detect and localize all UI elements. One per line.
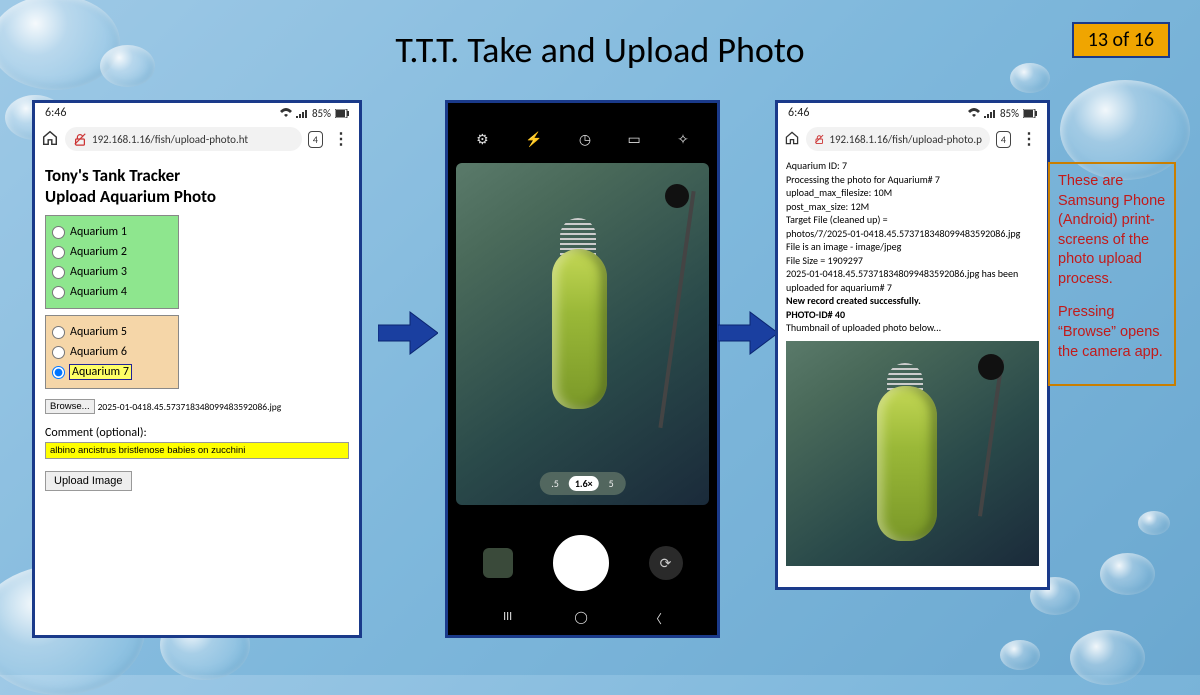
switch-camera-icon[interactable]: ⟳ [649,546,683,580]
photo-subject-hose [979,359,1005,516]
camera-settings-icon[interactable]: ⚙ [476,131,489,148]
camera-top-controls: ⚙ ⚡ ◷ ▭ ✧ [448,123,717,156]
wifi-icon [968,108,980,118]
browser-address-bar: 192.168.1.16/fish/upload-photo.ht 4 ⋮ [35,123,359,155]
comment-label: Comment (optional): [45,426,349,440]
result-line: photos/7/2025-01-0418.45.573718348099483… [786,227,1039,241]
status-time: 6:46 [788,106,809,120]
nav-home-icon[interactable]: ◯ [574,610,587,627]
status-right: 85% [280,107,349,120]
camera-timer-icon[interactable]: ◷ [579,131,591,148]
page-heading-2: Upload Aquarium Photo [45,186,349,207]
decor-bubble [1138,511,1170,535]
aquarium-radio[interactable]: Aquarium 2 [52,242,172,262]
aquarium-radio[interactable]: Aquarium 4 [52,282,172,302]
result-line: upload_max_filesize: 10M [786,186,1039,200]
result-line: post_max_size: 12M [786,200,1039,214]
signal-icon [984,108,996,118]
status-right: 85% [968,107,1037,120]
zoom-option[interactable]: .5 [551,477,559,490]
aquarium-radio[interactable]: Aquarium 5 [52,322,172,342]
phone-screenshot-upload-form: 6:46 85% 192.168.1.16/fish/upload-photo.… [32,100,362,638]
phone-screenshot-camera: ⚙ ⚡ ◷ ▭ ✧ .5 1.6× 5 ⟳ III ◯ 〈 [445,100,720,638]
url-text: 192.168.1.16/fish/upload-photo.p [829,133,982,146]
result-line: Processing the photo for Aquarium# 7 [786,173,1039,187]
nav-recents-icon[interactable]: III [503,610,512,627]
note-paragraph: These are Samsung Phone (Android) print-… [1058,172,1166,289]
flow-arrow-icon [718,310,778,356]
browser-address-bar: 192.168.1.16/fish/upload-photo.p 4 ⋮ [778,123,1047,155]
comment-input[interactable] [45,442,349,459]
tab-count[interactable]: 4 [308,131,323,148]
url-field[interactable]: 192.168.1.16/fish/upload-photo.ht [65,127,302,151]
page-number-badge: 13 of 16 [1072,22,1170,58]
status-time: 6:46 [45,106,66,120]
note-paragraph: Pressing “Browse” opens the camera app. [1058,303,1166,362]
photo-subject-zucchini [552,249,607,409]
battery-percent: 85% [312,107,331,120]
home-icon[interactable] [784,130,800,149]
gallery-thumbnail[interactable] [483,548,513,578]
shutter-button[interactable] [553,535,609,591]
result-success: New record created successfully. [786,294,1039,308]
result-line: Aquarium ID: 7 [786,159,1039,173]
wifi-icon [280,108,292,118]
flow-arrow-icon [378,310,438,356]
slide-title: T.T.T. Take and Upload Photo [0,28,1200,72]
status-bar: 6:46 85% [35,103,359,123]
insecure-lock-icon [814,132,824,146]
zoom-selector[interactable]: .5 1.6× 5 [539,472,625,495]
decor-bubble [1070,630,1145,685]
zoom-option[interactable]: 5 [609,477,614,490]
camera-shutter-row: ⟳ [448,535,717,591]
more-menu-icon[interactable]: ⋮ [329,129,353,149]
zoom-current[interactable]: 1.6× [569,476,599,491]
result-line: File is an image - image/jpeg [786,240,1039,254]
photo-subject-zucchini [877,386,937,541]
camera-flash-icon[interactable]: ⚡ [525,131,542,148]
aquarium-radio[interactable]: Aquarium 1 [52,222,172,242]
aquarium-group-green: Aquarium 1 Aquarium 2 Aquarium 3 Aquariu… [45,215,179,309]
url-text: 192.168.1.16/fish/upload-photo.ht [92,133,248,146]
result-photo-id: PHOTO-ID# 40 [786,308,1039,322]
home-icon[interactable] [41,129,59,150]
camera-ratio-icon[interactable]: ▭ [627,131,640,148]
camera-viewfinder[interactable]: .5 1.6× 5 [456,163,709,505]
url-field[interactable]: 192.168.1.16/fish/upload-photo.p [806,127,990,151]
battery-icon [1023,109,1037,118]
result-line: File Size = 1909297 [786,254,1039,268]
phone-screenshot-upload-result: 6:46 85% 192.168.1.16/fish/upload-photo.… [775,100,1050,590]
insecure-lock-icon [73,132,87,146]
status-bar: 6:46 85% [778,103,1047,123]
photo-subject-hose [658,191,695,429]
thumbnail-label: Thumbnail of uploaded photo below... [786,321,1039,335]
photo-subject-airstone [978,354,1004,380]
tab-count[interactable]: 4 [996,131,1011,148]
result-line: Target File (cleaned up) = [786,213,1039,227]
photo-subject-airstone [665,184,689,208]
explanatory-note: These are Samsung Phone (Android) print-… [1048,162,1176,386]
nav-back-icon[interactable]: 〈 [650,610,662,627]
uploaded-thumbnail [786,341,1039,566]
android-nav-bar: III ◯ 〈 [448,608,717,629]
decor-bubble [1100,553,1155,595]
more-menu-icon[interactable]: ⋮ [1017,129,1041,149]
aquarium-group-orange: Aquarium 5 Aquarium 6 Aquarium 7 [45,315,179,389]
aquarium-radio-selected[interactable]: Aquarium 7 [52,362,172,382]
upload-image-button[interactable]: Upload Image [45,471,132,491]
signal-icon [296,108,308,118]
battery-icon [335,109,349,118]
aquarium-radio[interactable]: Aquarium 6 [52,342,172,362]
battery-percent: 85% [1000,107,1019,120]
upload-result-text: Aquarium ID: 7 Processing the photo for … [778,155,1047,570]
camera-filter-icon[interactable]: ✧ [677,131,689,148]
aquarium-radio[interactable]: Aquarium 3 [52,262,172,282]
result-line: 2025-01-0418.45.573718348099483592086.jp… [786,267,1039,294]
selected-filename: 2025-01-0418.45.573718348099483592086.jp… [98,401,282,413]
page-heading-1: Tony's Tank Tracker [45,165,349,186]
decor-bubble [1000,640,1040,670]
browse-button[interactable]: Browse... [45,399,95,414]
